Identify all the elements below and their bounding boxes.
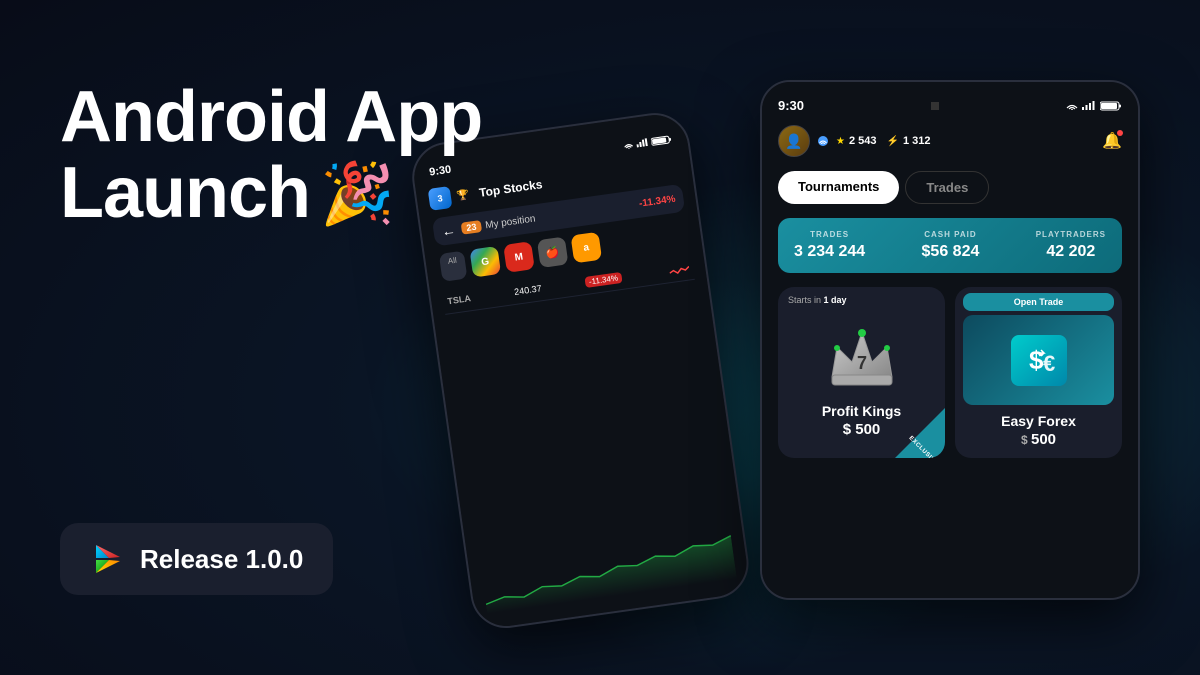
profit-kings-card[interactable]: Starts in 1 day [778,287,945,458]
play-store-icon [90,541,126,577]
stock-ticker: TSLA [447,293,472,306]
wifi-right-icon [1066,101,1078,110]
trades-stat-col: TRADES 3 234 244 [794,230,865,261]
google-icon: G [469,246,501,278]
hero-text: Android App Launch 🎉 [60,80,482,231]
cash-stat-col: CASH PAID $56 824 [922,230,980,261]
crown-icon: 7 [822,317,902,392]
phone-right-status-icons [1066,101,1122,111]
user-avatar: 👤 [778,125,810,157]
profit-kings-image: 7 [778,309,945,399]
position-change: -11.34% [638,193,676,209]
sparkline-icon [668,261,690,278]
cash-stat-value: $56 824 [922,243,980,261]
easy-forex-price: $ 500 [955,431,1122,458]
position-label: My position [485,213,537,231]
shields-value: 1 312 [903,135,931,147]
stars-stat: ★ 2 543 [836,135,877,147]
trades-stat-label: TRADES [810,230,849,239]
tab-tournaments[interactable]: Tournaments [778,171,899,204]
tabs-row: Tournaments Trades [778,171,1122,204]
wifi-small-icon [819,138,827,144]
party-emoji: 🎉 [320,162,394,225]
phone-left-status-icons [623,134,672,150]
mcdonalds-icon: M [503,241,535,273]
svg-text:$: $ [1029,345,1044,375]
shields-stat: ⚡ 1 312 [887,135,931,147]
amazon-icon: a [570,232,602,264]
players-stat-value: 42 202 [1046,243,1095,261]
release-badge: Release 1.0.0 [60,523,333,595]
top-stocks-title: Top Stocks [478,177,543,200]
signal-right-icon [1082,101,1096,110]
phone-right-time: 9:30 [778,98,804,113]
headline-line1: Android App [60,80,482,156]
apple-icon: 🍎 [537,236,569,268]
lightning-icon: ⚡ [887,136,899,147]
trades-stat-value: 3 234 244 [794,243,865,261]
cash-stat-label: CASH PAID [924,230,976,239]
release-label: Release 1.0.0 [140,544,303,575]
easy-forex-price-value: 500 [1031,431,1056,448]
phone-right-mockup: 9:30 👤 ★ 2 543 [760,80,1140,600]
front-camera [931,102,939,110]
forex-icon: $ € [1009,333,1069,388]
starts-in-label: Starts in 1 day [778,287,945,309]
stock-change: -11.34% [584,271,622,287]
phone-right-status-bar: 9:30 [778,98,1122,113]
battery-icon [651,134,672,146]
open-trade-button[interactable]: Open Trade [963,293,1114,311]
signal-icon [636,138,649,148]
easy-forex-card[interactable]: Open Trade $ € [955,287,1122,458]
headline-line2: Launch 🎉 [60,156,482,232]
phone-right-screen: 9:30 👤 ★ 2 543 [762,82,1138,598]
dollar-sign: $ [1021,433,1031,447]
tab-trades[interactable]: Trades [905,171,989,204]
svg-text:7: 7 [856,353,866,373]
svg-text:€: € [1043,351,1055,376]
user-profile-row: 👤 ★ 2 543 ⚡ 1 312 🔔 [778,125,1122,157]
easy-forex-image: $ € [963,315,1114,405]
players-stat-col: PLAYTRADERS 42 202 [1036,230,1106,261]
tournaments-grid: Starts in 1 day [778,287,1122,458]
wifi-blue-dot [818,136,828,146]
all-filter[interactable]: All [439,251,468,282]
stock-chart [445,280,737,619]
stats-bar: TRADES 3 234 244 CASH PAID $56 824 PLAYT… [778,218,1122,273]
stars-value: 2 543 [849,135,877,147]
battery-right-icon [1100,101,1122,111]
chart-svg [479,520,737,614]
stock-price: 240.37 [514,283,543,297]
notification-dot [1117,130,1123,136]
players-stat-label: PLAYTRADERS [1036,230,1106,239]
wifi-icon [623,140,634,149]
star-icon: ★ [836,136,845,147]
user-stats: ★ 2 543 ⚡ 1 312 [836,135,1094,147]
easy-forex-name: Easy Forex [955,409,1122,431]
notification-bell-wrapper: 🔔 [1102,131,1122,151]
wifi-blue-icon-wrapper [818,136,828,146]
